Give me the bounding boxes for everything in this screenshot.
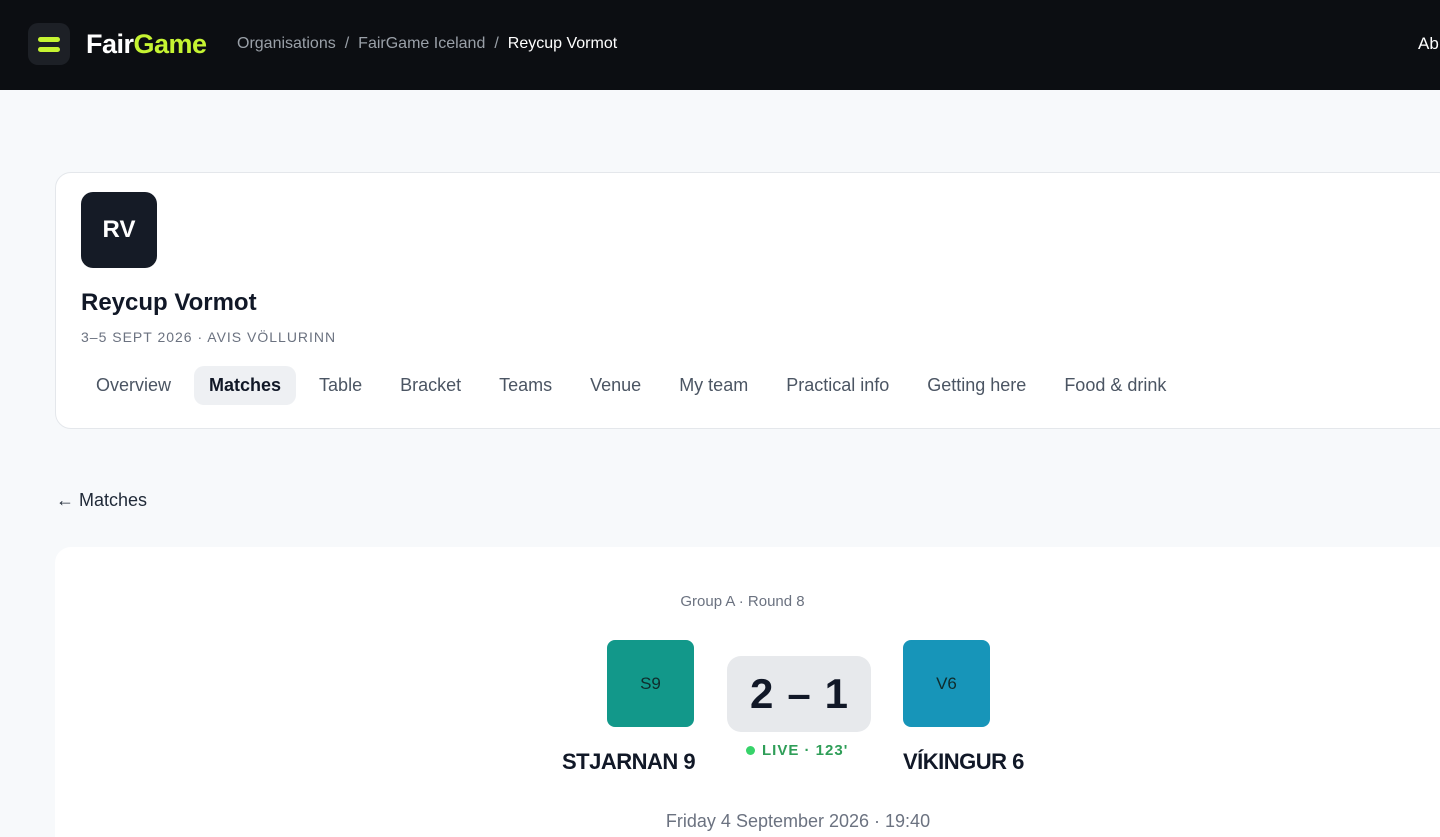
live-status-text: LIVE · 123'	[762, 742, 849, 759]
breadcrumb-organisation[interactable]: FairGame Iceland	[358, 35, 485, 53]
breadcrumb-organisations[interactable]: Organisations	[237, 35, 336, 53]
home-team-name[interactable]: STJARNAN 9	[562, 749, 696, 775]
topbar-right-link[interactable]: Ab	[1418, 34, 1439, 54]
breadcrumb: Organisations / FairGame Iceland / Reycu…	[237, 35, 617, 53]
tab-venue[interactable]: Venue	[575, 366, 656, 405]
event-logo: RV	[81, 192, 157, 268]
event-meta: 3–5 SEPT 2026 · AVIS VÖLLURINN	[81, 329, 337, 345]
away-team-name[interactable]: VÍKINGUR 6	[903, 749, 1024, 775]
scoreboard: 2 – 1	[727, 656, 871, 732]
top-navigation-bar: FairGame Organisations / FairGame Icelan…	[0, 0, 1440, 90]
event-header-card: RV Reycup Vormot 3–5 SEPT 2026 · AVIS VÖ…	[55, 172, 1440, 429]
tab-overview[interactable]: Overview	[81, 366, 186, 405]
tab-food-drink[interactable]: Food & drink	[1049, 366, 1181, 405]
score-separator: –	[787, 670, 811, 717]
breadcrumb-separator: /	[494, 35, 499, 52]
match-kickoff-time: Friday 4 September 2026 · 19:40	[665, 811, 931, 831]
away-team-badge[interactable]: V6	[903, 640, 990, 727]
event-title: Reycup Vormot	[81, 289, 257, 316]
event-tabs: Overview Matches Table Bracket Teams Ven…	[81, 366, 1189, 405]
menu-icon[interactable]	[28, 23, 70, 65]
tab-table[interactable]: Table	[304, 366, 377, 405]
tab-matches[interactable]: Matches	[194, 366, 297, 405]
live-status: LIVE · 123'	[746, 742, 848, 759]
tab-getting-here[interactable]: Getting here	[912, 366, 1041, 405]
home-team-badge[interactable]: S9	[607, 640, 694, 727]
brand-logo[interactable]: FairGame	[86, 29, 207, 60]
tab-my-team[interactable]: My team	[664, 366, 763, 405]
away-score: 1	[824, 670, 849, 717]
breadcrumb-current: Reycup Vormot	[507, 35, 618, 52]
back-to-matches-link[interactable]: ← Matches	[56, 490, 147, 511]
tab-practical-info[interactable]: Practical info	[771, 366, 904, 405]
home-score: 2	[749, 670, 774, 717]
live-indicator-icon	[746, 746, 755, 755]
match-round-label: Group A · Round 8	[680, 593, 805, 610]
breadcrumb-separator: /	[344, 35, 350, 52]
tab-teams[interactable]: Teams	[484, 366, 567, 405]
tab-bracket[interactable]: Bracket	[385, 366, 476, 405]
